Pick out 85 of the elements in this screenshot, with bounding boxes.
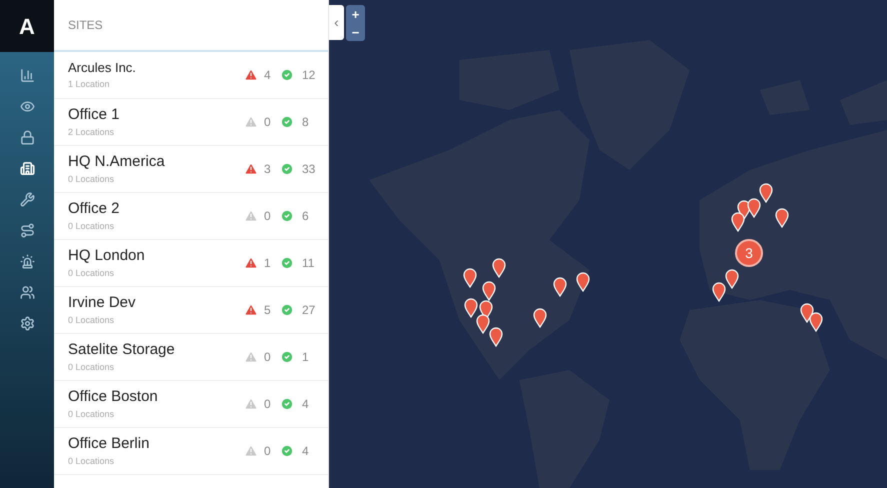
- zoom-out-button[interactable]: −: [346, 23, 365, 41]
- alert-count: 4: [263, 67, 272, 84]
- location-count: 0 Locations: [68, 408, 116, 420]
- site-name: Office 1: [68, 106, 120, 125]
- collapse-button[interactable]: ‹: [329, 5, 344, 40]
- site-name: Office Berlin: [68, 435, 150, 454]
- settings-icon: [20, 316, 34, 331]
- ok-count: 1: [301, 349, 310, 366]
- map-pin-icon[interactable]: [731, 212, 745, 232]
- location-count: 0 Locations: [68, 220, 116, 232]
- logo[interactable]: A: [0, 0, 54, 52]
- map-pin-icon[interactable]: [775, 208, 789, 228]
- site-row[interactable]: Irvine Dev 0 Locations 5 27: [54, 287, 328, 334]
- map-pin-icon[interactable]: [553, 277, 567, 297]
- map-pin-icon[interactable]: [464, 298, 478, 318]
- check-icon: [280, 397, 294, 411]
- check-icon: [280, 162, 294, 176]
- alert-count: 0: [263, 114, 272, 131]
- location-count: 2 Locations: [68, 126, 116, 138]
- map-pin-icon[interactable]: [482, 281, 496, 301]
- ok-count: 6: [301, 208, 310, 225]
- check-icon: [280, 209, 294, 223]
- map-pin-icon[interactable]: [476, 314, 490, 334]
- site-name: Irvine Dev: [68, 294, 137, 313]
- site-row[interactable]: Office 1 2 Locations 0 8: [54, 99, 328, 146]
- site-name: HQ N.America: [68, 153, 166, 172]
- check-icon: [280, 256, 294, 270]
- alert-count: 0: [263, 208, 272, 225]
- map-pin-icon[interactable]: [463, 268, 477, 288]
- site-name: Arcules Inc.: [68, 60, 137, 76]
- map-pin-icon[interactable]: [576, 272, 590, 292]
- check-icon: [280, 350, 294, 364]
- site-row[interactable]: Satelite Storage 0 Locations 0 1: [54, 334, 328, 381]
- location-count: 0 Locations: [68, 362, 116, 373]
- chart-icon: [20, 68, 34, 83]
- route-icon: [20, 223, 34, 238]
- eye-icon: [20, 99, 34, 114]
- ok-count: 27: [301, 302, 316, 319]
- alert-count: 3: [263, 161, 272, 178]
- map-pin-icon[interactable]: [533, 308, 547, 328]
- wrench-icon: [20, 192, 34, 207]
- map-pin-icon[interactable]: [492, 258, 506, 278]
- site-row[interactable]: Office Berlin 0 Locations 0 4: [54, 428, 328, 475]
- location-count: 0 Locations: [68, 314, 116, 326]
- check-icon: [280, 68, 294, 82]
- users-icon: [20, 285, 34, 300]
- alert-count: 0: [263, 349, 272, 366]
- map-pin-icon[interactable]: [725, 269, 739, 289]
- ok-count: 4: [301, 396, 310, 413]
- site-row[interactable]: Office Boston 0 Locations 0 4: [54, 381, 328, 428]
- location-count: 0 Locations: [68, 456, 116, 467]
- check-icon: [280, 444, 294, 458]
- siren-icon: [20, 254, 34, 269]
- site-row[interactable]: Arcules Inc. 1 Location 4 12: [54, 52, 328, 99]
- map-pin-icon[interactable]: [489, 327, 503, 347]
- site-row[interactable]: HQ N.America 0 Locations 3 33: [54, 146, 328, 193]
- site-name: Satelite Storage: [68, 341, 176, 360]
- map-pin-icon[interactable]: [712, 282, 726, 302]
- ok-count: 8: [301, 114, 310, 131]
- site-name: Office 2: [68, 200, 120, 219]
- ok-count: 4: [301, 443, 310, 460]
- map-pin-icon[interactable]: [800, 303, 814, 323]
- location-count: 0 Locations: [68, 268, 116, 279]
- location-count: 0 Locations: [68, 174, 116, 185]
- alert-count: 0: [263, 396, 272, 413]
- map-pin-icon[interactable]: [747, 198, 761, 218]
- alert-count: 0: [263, 443, 272, 460]
- map-pin-icon[interactable]: [759, 183, 773, 203]
- site-row[interactable]: Office 2 0 Locations 0 6: [54, 193, 328, 240]
- ok-count: 33: [301, 161, 316, 178]
- panel-title: SITES: [68, 17, 103, 34]
- map-pin-icon[interactable]: [809, 312, 823, 332]
- site-name: Office Boston: [68, 388, 159, 407]
- zoom-in-button[interactable]: +: [346, 5, 365, 23]
- check-icon: [280, 115, 294, 129]
- site-row[interactable]: HQ London 0 Locations 1 11: [54, 240, 328, 287]
- lock-icon: [20, 130, 34, 145]
- site-name: HQ London: [68, 247, 146, 266]
- building-icon: [20, 161, 34, 176]
- ok-count: 12: [301, 67, 316, 84]
- ok-count: 11: [301, 255, 316, 272]
- alert-count: 1: [263, 255, 272, 272]
- alert-count: 5: [263, 302, 272, 319]
- check-icon: [280, 303, 294, 317]
- location-count: 1 Location: [68, 78, 111, 90]
